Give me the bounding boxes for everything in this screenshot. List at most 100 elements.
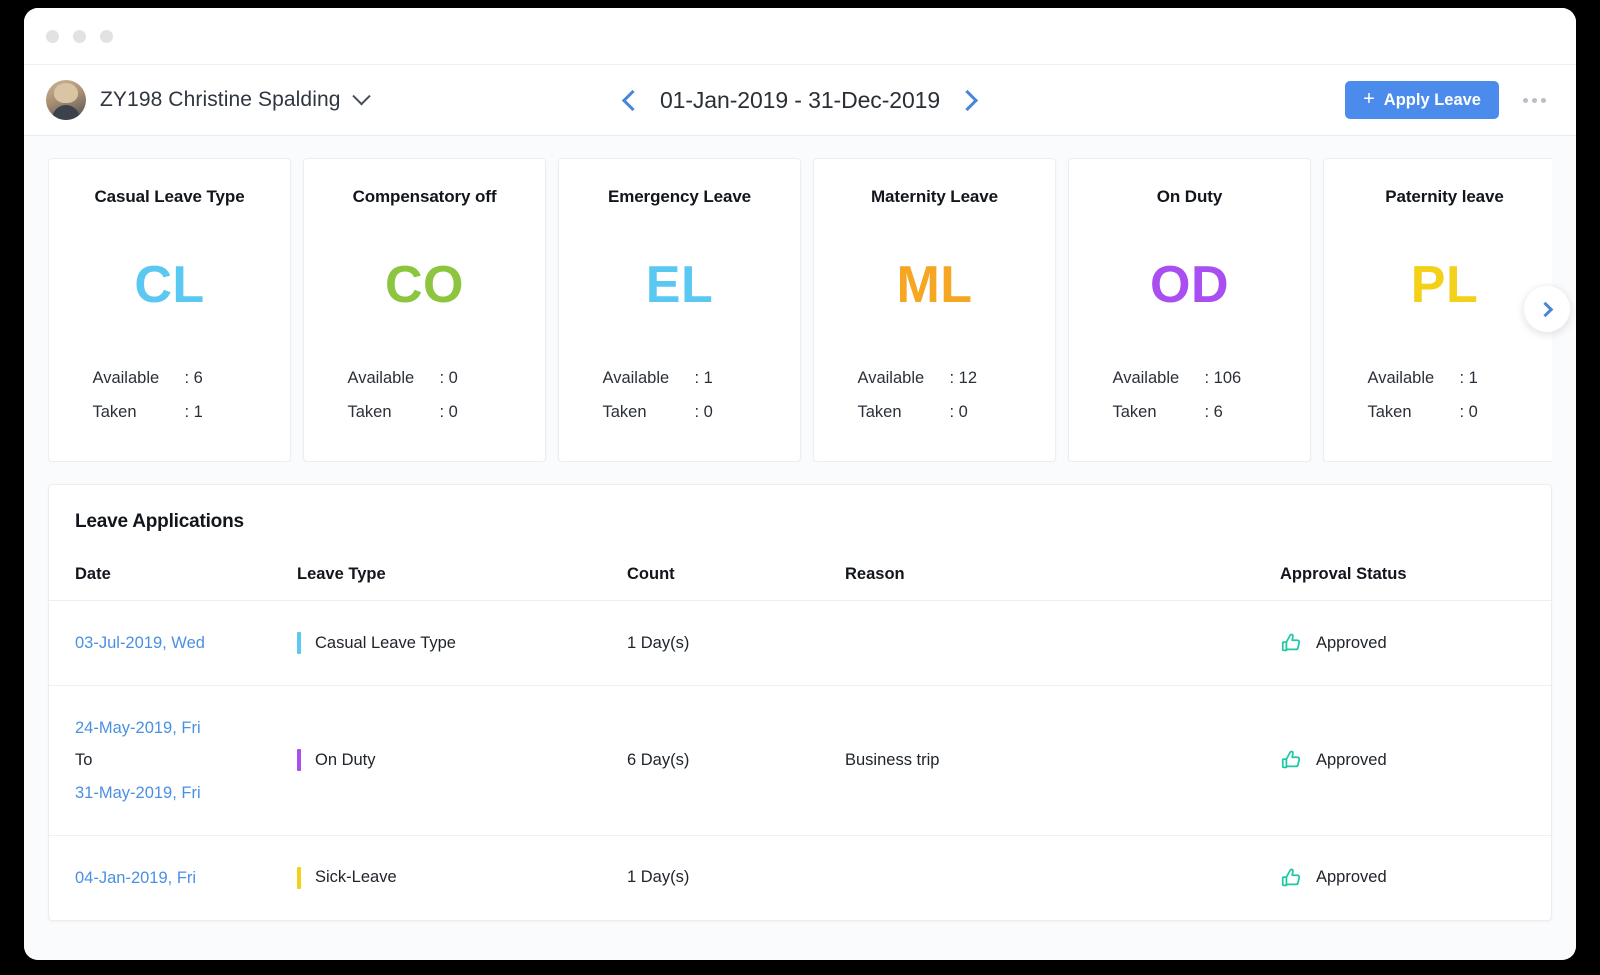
column-header-leave-type[interactable]: Leave Type [297, 555, 627, 601]
taken-label: Taken [93, 403, 185, 422]
taken-value: : 6 [1205, 403, 1267, 422]
date-range-navigator: 01-Jan-2019 - 31-Dec-2019 [625, 87, 975, 114]
cell-count: 1 Day(s) [627, 835, 845, 920]
available-value: : 0 [440, 369, 502, 388]
column-header-approval-status[interactable]: Approval Status [1280, 555, 1551, 601]
card-title: Casual Leave Type [67, 187, 272, 207]
card-code: CO [322, 259, 527, 311]
date-to-label: To [75, 751, 92, 769]
cell-count: 1 Day(s) [627, 601, 845, 686]
available-label: Available [93, 369, 185, 388]
status-label: Approved [1316, 751, 1387, 770]
minimize-dot[interactable] [73, 30, 86, 43]
leave-applications-table: Date Leave Type Count Reason Approval St… [49, 555, 1551, 920]
card-stats: Available : 106 Taken : 6 [1087, 369, 1292, 437]
avatar [46, 80, 86, 120]
leave-applications-panel: Leave Applications Date Leave Type Count… [48, 484, 1552, 921]
thumbs-up-icon [1280, 632, 1302, 654]
available-label: Available [603, 369, 695, 388]
date-from-link[interactable]: 24-May-2019, Fri [75, 712, 297, 744]
taken-label: Taken [603, 403, 695, 422]
leave-type-label: Sick-Leave [315, 868, 397, 887]
available-value: : 106 [1205, 369, 1267, 388]
taken-label: Taken [1113, 403, 1205, 422]
column-header-count[interactable]: Count [627, 555, 845, 601]
available-value: : 1 [695, 369, 757, 388]
taken-row: Taken : 0 [832, 403, 1037, 422]
taken-value: : 0 [1460, 403, 1522, 422]
apply-leave-button[interactable]: + Apply Leave [1345, 81, 1499, 119]
taken-row: Taken : 0 [577, 403, 782, 422]
date-from-link[interactable]: 03-Jul-2019, Wed [75, 627, 297, 659]
leave-balance-card[interactable]: Paternity leave PL Available : 1 Taken :… [1323, 158, 1552, 462]
kebab-menu-icon[interactable] [1521, 92, 1548, 109]
available-row: Available : 106 [1087, 369, 1292, 388]
table-row[interactable]: 03-Jul-2019, Wed Casual Leave Type 1 Day… [49, 601, 1551, 686]
column-header-reason[interactable]: Reason [845, 555, 1280, 601]
taken-row: Taken : 0 [322, 403, 527, 422]
kebab-dot [1541, 98, 1546, 103]
taken-row: Taken : 0 [1342, 403, 1547, 422]
card-stats: Available : 6 Taken : 1 [67, 369, 272, 437]
leave-type-color-bar [297, 867, 301, 889]
column-header-date[interactable]: Date [49, 555, 297, 601]
available-value: : 12 [950, 369, 1012, 388]
card-title: On Duty [1087, 187, 1292, 207]
panel-title: Leave Applications [49, 485, 1551, 555]
plus-icon: + [1363, 89, 1375, 109]
leave-balance-card[interactable]: On Duty OD Available : 106 Taken : 6 [1068, 158, 1311, 462]
page-canvas: Casual Leave Type CL Available : 6 Taken… [24, 136, 1576, 960]
card-stats: Available : 12 Taken : 0 [832, 369, 1037, 437]
table-body: 03-Jul-2019, Wed Casual Leave Type 1 Day… [49, 601, 1551, 920]
chevron-left-icon[interactable] [622, 89, 643, 110]
close-dot[interactable] [46, 30, 59, 43]
available-label: Available [1368, 369, 1460, 388]
cell-approval-status: Approved [1280, 686, 1551, 836]
table-row[interactable]: 04-Jan-2019, Fri Sick-Leave 1 Day(s) [49, 835, 1551, 920]
cell-approval-status: Approved [1280, 601, 1551, 686]
date-from-link[interactable]: 04-Jan-2019, Fri [75, 862, 297, 894]
leave-balance-section: Casual Leave Type CL Available : 6 Taken… [48, 158, 1552, 462]
date-range-label: 01-Jan-2019 - 31-Dec-2019 [660, 87, 940, 114]
window-titlebar [24, 8, 1576, 64]
maximize-dot[interactable] [100, 30, 113, 43]
taken-value: : 0 [440, 403, 502, 422]
taken-value: : 0 [695, 403, 757, 422]
user-selector[interactable]: ZY198 Christine Spalding [46, 80, 368, 120]
card-code: EL [577, 259, 782, 311]
taken-label: Taken [348, 403, 440, 422]
available-value: : 1 [1460, 369, 1522, 388]
taken-value: : 1 [185, 403, 247, 422]
carousel-next-button[interactable] [1524, 286, 1570, 332]
browser-window: ZY198 Christine Spalding 01-Jan-2019 - 3… [24, 8, 1576, 960]
taken-label: Taken [858, 403, 950, 422]
leave-balance-card[interactable]: Emergency Leave EL Available : 1 Taken :… [558, 158, 801, 462]
leave-balance-card[interactable]: Casual Leave Type CL Available : 6 Taken… [48, 158, 291, 462]
cell-count: 6 Day(s) [627, 686, 845, 836]
kebab-dot [1532, 98, 1537, 103]
date-to-link[interactable]: 31-May-2019, Fri [75, 777, 297, 809]
thumbs-up-icon [1280, 749, 1302, 771]
chevron-right-icon[interactable] [957, 89, 978, 110]
leave-balance-cards: Casual Leave Type CL Available : 6 Taken… [48, 158, 1552, 462]
leave-balance-card[interactable]: Compensatory off CO Available : 0 Taken … [303, 158, 546, 462]
apply-leave-label: Apply Leave [1384, 91, 1481, 110]
app-header: ZY198 Christine Spalding 01-Jan-2019 - 3… [24, 64, 1576, 136]
card-title: Paternity leave [1342, 187, 1547, 207]
card-code: OD [1087, 259, 1292, 311]
taken-label: Taken [1368, 403, 1460, 422]
table-row[interactable]: 24-May-2019, Fri To 31-May-2019, Fri On … [49, 686, 1551, 836]
available-row: Available : 0 [322, 369, 527, 388]
kebab-dot [1523, 98, 1528, 103]
card-code: ML [832, 259, 1037, 311]
card-stats: Available : 1 Taken : 0 [577, 369, 782, 437]
card-stats: Available : 1 Taken : 0 [1342, 369, 1547, 437]
leave-type-label: On Duty [315, 751, 376, 770]
leave-balance-card[interactable]: Maternity Leave ML Available : 12 Taken … [813, 158, 1056, 462]
cell-reason [845, 835, 1280, 920]
cell-reason: Business trip [845, 686, 1280, 836]
header-actions: + Apply Leave [1345, 81, 1548, 119]
chevron-down-icon[interactable] [352, 87, 370, 105]
card-stats: Available : 0 Taken : 0 [322, 369, 527, 437]
cell-leave-type: Sick-Leave [297, 835, 627, 920]
